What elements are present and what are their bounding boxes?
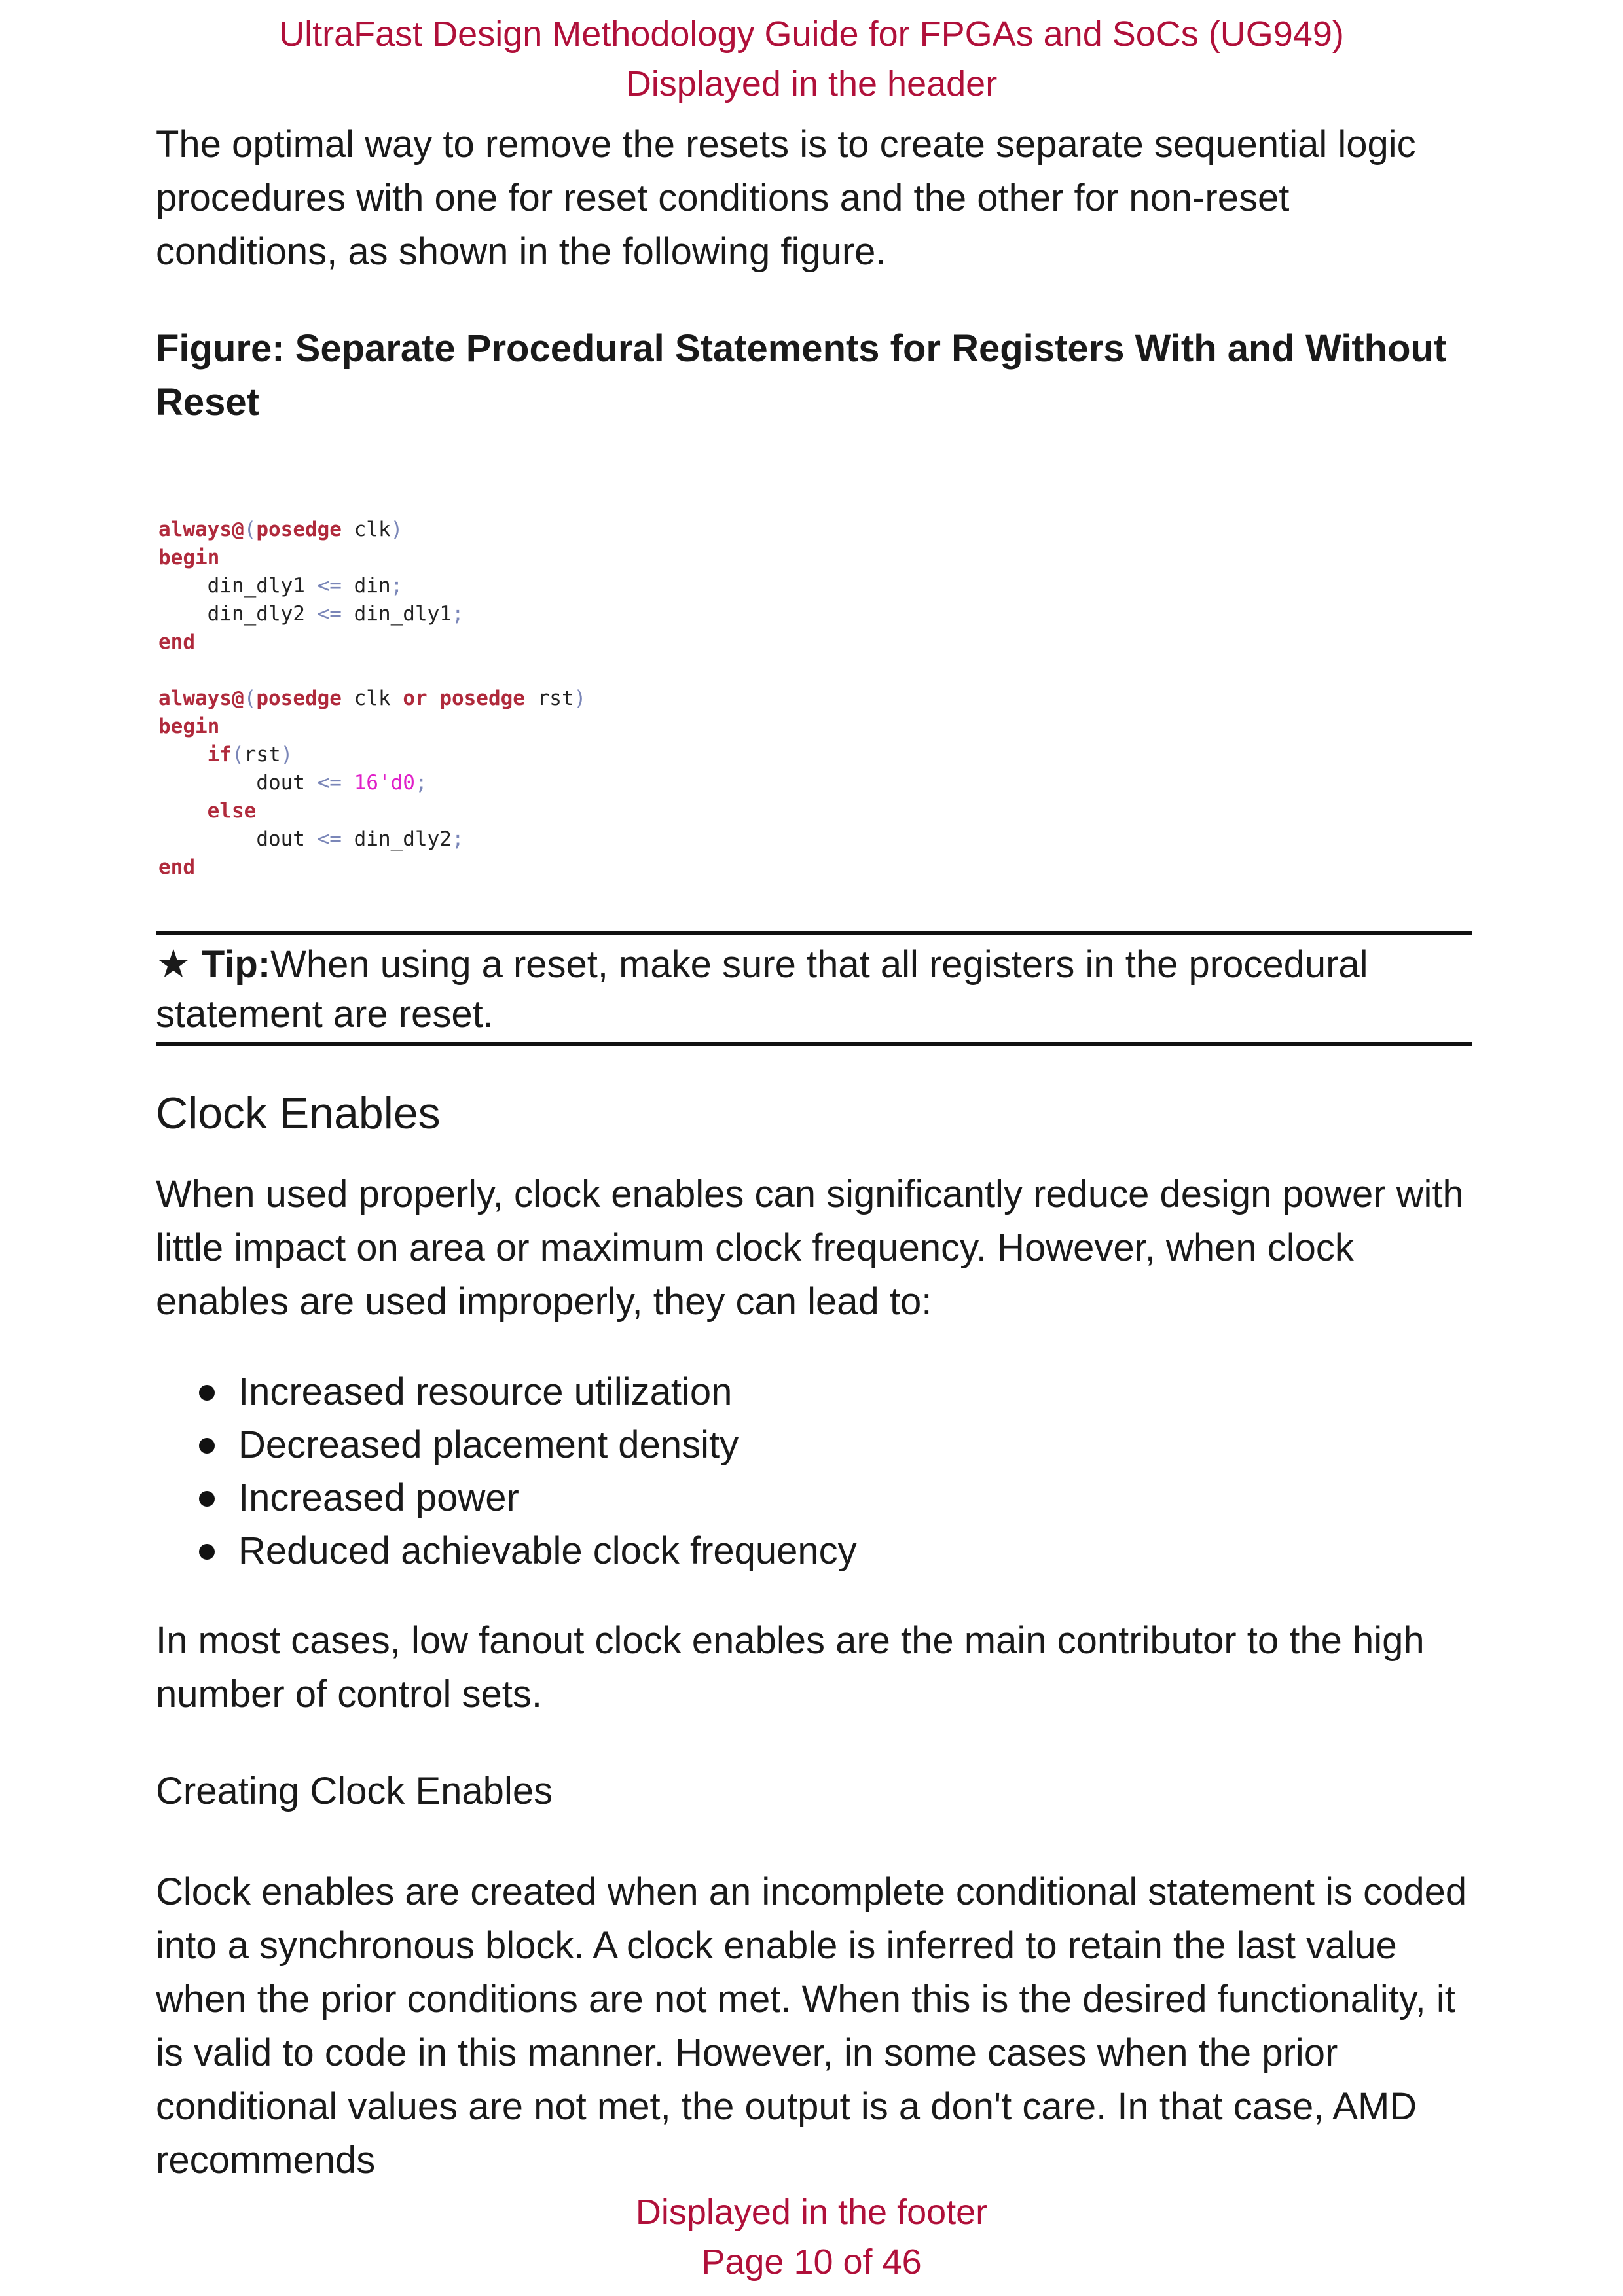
code-token: din_dly2 — [354, 827, 452, 851]
bullet-list: Increased resource utilization Decreased… — [156, 1365, 1472, 1577]
code-token: end — [158, 630, 195, 654]
tip-callout: ★ Tip:When using a reset, make sure that… — [156, 931, 1472, 1046]
star-icon: ★ — [156, 942, 191, 986]
tip-label: Tip: — [201, 943, 271, 986]
page-number: Page 10 of 46 — [701, 2242, 922, 2282]
list-item: Reduced achievable clock frequency — [156, 1524, 1472, 1577]
code-token: posedge — [256, 687, 342, 710]
code-token: ( — [244, 687, 257, 710]
code-token: dout — [256, 771, 305, 795]
intro-paragraph: The optimal way to remove the resets is … — [156, 123, 1416, 273]
figure-title: Figure: Separate Procedural Statements f… — [156, 327, 1447, 423]
code-token: ( — [231, 743, 244, 766]
section-paragraph: When used properly, clock enables can si… — [156, 1173, 1464, 1323]
code-token: <= — [317, 771, 342, 795]
code-token: din_dly1 — [207, 574, 305, 598]
bullet-icon — [199, 1385, 215, 1401]
section-paragraph: Clock enables are created when an incomp… — [156, 1871, 1467, 2181]
list-item: Increased power — [156, 1471, 1472, 1524]
subsection-heading: Creating Clock Enables — [156, 1770, 553, 1812]
footer-label: Displayed in the footer — [635, 2193, 988, 2232]
bullet-icon — [199, 1438, 215, 1454]
code-token: din_dly1 — [354, 602, 452, 626]
code-token: if — [207, 743, 232, 766]
bullet-icon — [199, 1544, 215, 1560]
list-item-text: Increased power — [238, 1477, 519, 1519]
code-token: always@ — [158, 518, 244, 541]
code-token: <= — [317, 602, 342, 626]
code-token: else — [207, 799, 257, 823]
list-item: Decreased placement density — [156, 1418, 1472, 1471]
list-item: Increased resource utilization — [156, 1365, 1472, 1418]
code-token: clk — [341, 518, 391, 541]
code-token: always@ — [158, 687, 244, 710]
main-content: The optimal way to remove the resets is … — [156, 118, 1472, 2187]
code-token: dout — [256, 827, 305, 851]
code-token: 16'd0 — [354, 771, 415, 795]
list-item-text: Reduced achievable clock frequency — [238, 1530, 857, 1572]
tip-text: When using a reset, make sure that all r… — [156, 943, 1368, 1035]
list-item-text: Decreased placement density — [238, 1424, 739, 1466]
section-paragraph: In most cases, low fanout clock enables … — [156, 1619, 1425, 1715]
code-token: ) — [574, 687, 587, 710]
code-token: posedge — [439, 687, 525, 710]
page-header: UltraFast Design Methodology Guide for F… — [0, 9, 1623, 109]
header-subtitle: Displayed in the header — [625, 64, 998, 103]
code-token: <= — [317, 827, 342, 851]
list-item-text: Increased resource utilization — [238, 1371, 733, 1413]
code-token: or — [403, 687, 428, 710]
code-token: ; — [451, 827, 464, 851]
code-token: ; — [451, 602, 464, 626]
code-token: ( — [244, 518, 257, 541]
code-token: clk — [341, 687, 403, 710]
code-token: ) — [390, 518, 403, 541]
code-token: rst — [244, 743, 281, 766]
code-token: ; — [414, 771, 428, 795]
bullet-icon — [199, 1491, 215, 1507]
code-token: din — [354, 574, 391, 598]
code-token: din_dly2 — [207, 602, 305, 626]
code-token: ) — [280, 743, 293, 766]
code-token: begin — [158, 715, 220, 738]
code-token: <= — [317, 574, 342, 598]
code-token: posedge — [256, 518, 342, 541]
code-token: begin — [158, 546, 220, 569]
code-figure: always@(posedge clk) begin din_dly1 <= d… — [158, 516, 1472, 882]
page-footer: Displayed in the footer Page 10 of 46 — [0, 2187, 1623, 2287]
code-token: end — [158, 855, 195, 879]
code-token: rst — [524, 687, 574, 710]
section-heading: Clock Enables — [156, 1088, 441, 1138]
header-title: UltraFast Design Methodology Guide for F… — [279, 14, 1344, 54]
document-page: UltraFast Design Methodology Guide for F… — [0, 0, 1623, 2296]
code-token: ; — [390, 574, 403, 598]
